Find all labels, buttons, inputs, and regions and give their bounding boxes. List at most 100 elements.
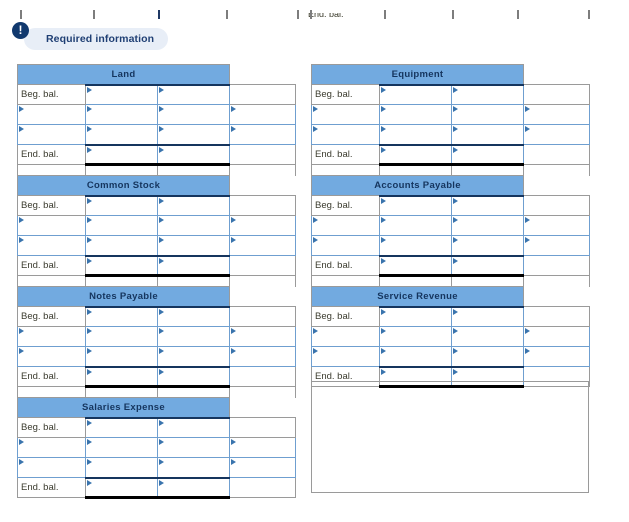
debit-input[interactable] [380,196,451,215]
credit-cell[interactable] [156,194,231,216]
credit-input[interactable] [452,216,524,235]
debit-cell[interactable] [85,365,158,388]
debit-input[interactable] [86,327,157,346]
extra-input[interactable] [524,236,590,255]
label-cell[interactable] [17,235,86,256]
credit-cell[interactable] [156,83,231,105]
credit-input[interactable] [452,347,524,366]
credit-input[interactable] [452,85,524,104]
debit-cell[interactable] [85,326,158,347]
credit-cell[interactable] [450,104,525,125]
debit-input[interactable] [86,438,157,457]
label-input[interactable] [18,125,85,144]
debit-cell[interactable] [379,254,452,277]
debit-input[interactable] [86,236,157,255]
credit-cell[interactable] [450,124,525,145]
debit-cell[interactable] [379,124,452,145]
credit-input[interactable] [158,307,230,326]
debit-input[interactable] [86,367,157,385]
extra-input[interactable] [524,327,590,346]
debit-cell[interactable] [379,305,452,327]
extra-cell[interactable] [229,104,297,125]
debit-input[interactable] [380,307,451,326]
extra-input[interactable] [230,125,296,144]
extra-cell[interactable] [229,326,297,347]
credit-input[interactable] [158,256,230,274]
debit-input[interactable] [380,216,451,235]
label-input[interactable] [312,327,379,346]
extra-cell[interactable] [523,124,591,145]
label-cell[interactable] [17,437,86,458]
debit-input[interactable] [380,145,451,163]
debit-input[interactable] [86,307,157,326]
label-cell[interactable] [311,346,380,367]
credit-input[interactable] [158,367,230,385]
debit-cell[interactable] [85,416,158,438]
credit-input[interactable] [158,347,230,366]
label-cell[interactable] [311,104,380,125]
debit-input[interactable] [380,256,451,274]
credit-input[interactable] [452,307,524,326]
debit-cell[interactable] [379,346,452,367]
label-input[interactable] [312,216,379,235]
extra-input[interactable] [230,458,296,477]
debit-cell[interactable] [379,215,452,236]
credit-input[interactable] [158,196,230,215]
label-input[interactable] [312,125,379,144]
debit-cell[interactable] [379,326,452,347]
extra-cell[interactable] [523,326,591,347]
credit-cell[interactable] [156,124,231,145]
credit-input[interactable] [158,125,230,144]
credit-cell[interactable] [156,437,231,458]
extra-input[interactable] [230,105,296,124]
debit-input[interactable] [86,347,157,366]
credit-cell[interactable] [156,365,231,388]
credit-input[interactable] [452,236,524,255]
extra-cell[interactable] [523,104,591,125]
credit-cell[interactable] [450,143,525,166]
debit-cell[interactable] [85,215,158,236]
debit-cell[interactable] [85,305,158,327]
debit-cell[interactable] [85,254,158,277]
debit-input[interactable] [380,236,451,255]
credit-cell[interactable] [450,254,525,277]
credit-input[interactable] [452,105,524,124]
debit-input[interactable] [86,196,157,215]
credit-cell[interactable] [156,326,231,347]
credit-input[interactable] [452,256,524,274]
label-cell[interactable] [17,124,86,145]
extra-input[interactable] [524,105,590,124]
debit-cell[interactable] [85,124,158,145]
label-input[interactable] [18,458,85,477]
label-cell[interactable] [311,124,380,145]
label-input[interactable] [18,236,85,255]
debit-cell[interactable] [379,235,452,256]
debit-input[interactable] [86,216,157,235]
extra-cell[interactable] [229,457,297,478]
debit-input[interactable] [380,105,451,124]
label-cell[interactable] [17,326,86,347]
credit-cell[interactable] [450,305,525,327]
debit-input[interactable] [86,458,157,477]
label-input[interactable] [18,438,85,457]
extra-input[interactable] [230,216,296,235]
extra-input[interactable] [524,216,590,235]
debit-cell[interactable] [379,194,452,216]
credit-cell[interactable] [156,346,231,367]
credit-input[interactable] [158,438,230,457]
debit-cell[interactable] [379,104,452,125]
credit-input[interactable] [452,125,524,144]
debit-input[interactable] [380,125,451,144]
credit-input[interactable] [158,105,230,124]
credit-cell[interactable] [156,457,231,478]
debit-cell[interactable] [85,83,158,105]
credit-input[interactable] [158,236,230,255]
label-cell[interactable] [311,326,380,347]
label-input[interactable] [312,236,379,255]
credit-input[interactable] [158,85,230,104]
extra-input[interactable] [524,347,590,366]
debit-input[interactable] [86,85,157,104]
label-input[interactable] [312,347,379,366]
credit-cell[interactable] [156,476,231,499]
extra-cell[interactable] [229,437,297,458]
